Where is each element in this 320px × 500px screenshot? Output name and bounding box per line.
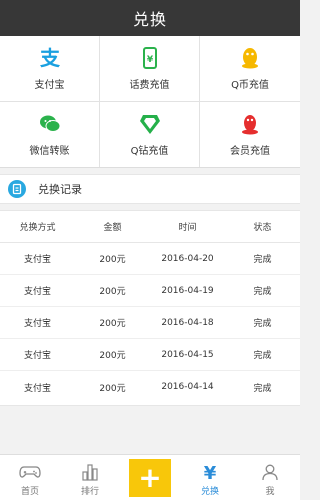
service-label: 会员充值	[230, 145, 270, 157]
cell-method: 支付宝	[23, 255, 51, 265]
cell-status: 完成	[253, 287, 272, 297]
cell-amount: 200元	[99, 383, 126, 394]
qq-coin-icon	[238, 46, 262, 70]
cell-status: 完成	[253, 383, 272, 394]
cell-status: 完成	[253, 351, 272, 361]
cell-amount: 200元	[99, 255, 126, 265]
service-label: Q钻充值	[130, 145, 169, 157]
service-qq-coin[interactable]: Q币充值	[200, 36, 300, 102]
service-grid: 支 支付宝 ¥ 话费充值 Q币充值 微信转账 Q钻充值 会员充值	[0, 36, 300, 168]
top-bar: 兑换	[0, 0, 300, 36]
cell-date: 2016-04-20	[161, 253, 214, 264]
table-row: 支付宝 200元 2016-04-14 完成	[0, 371, 300, 403]
cell-status: 完成	[253, 255, 272, 265]
user-icon	[261, 462, 279, 482]
svg-text:¥: ¥	[146, 55, 153, 65]
column-header: 时间	[178, 223, 197, 233]
cell-method: 支付宝	[23, 383, 51, 394]
nav-me[interactable]: 我	[240, 455, 300, 500]
svg-text:支: 支	[40, 46, 61, 70]
bar-chart-icon	[81, 462, 99, 482]
nav-label: 兑换	[200, 487, 219, 497]
service-wechat-transfer[interactable]: 微信转账	[0, 101, 100, 167]
cell-status: 完成	[253, 319, 272, 329]
table-row: 支付宝 200元 2016-04-19 完成	[0, 275, 300, 307]
phone-icon: ¥	[138, 46, 162, 70]
page-title: 兑换	[132, 10, 167, 29]
cell-method: 支付宝	[23, 351, 51, 361]
service-label: Q币充值	[231, 79, 269, 91]
column-header: 状态	[253, 223, 272, 233]
column-header: 兑换方式	[19, 223, 56, 233]
service-label: 支付宝	[34, 79, 65, 91]
cell-amount: 200元	[99, 351, 126, 361]
plus-icon: +	[129, 459, 171, 497]
service-alipay[interactable]: 支 支付宝	[0, 36, 100, 102]
records-title: 兑换记录	[38, 183, 82, 196]
table-row: 支付宝 200元 2016-04-18 完成	[0, 307, 300, 339]
wechat-icon	[38, 112, 62, 136]
alipay-icon: 支	[38, 46, 62, 70]
yen-icon: ¥	[201, 462, 219, 482]
service-q-diamond[interactable]: Q钻充值	[100, 101, 200, 167]
records-table: 兑换方式 金额 时间 状态 支付宝 200元 2016-04-20 完成 支付宝…	[0, 210, 300, 406]
cell-date: 2016-04-19	[161, 285, 214, 296]
service-member-recharge[interactable]: 会员充值	[200, 102, 300, 168]
cell-amount: 200元	[99, 287, 126, 297]
cell-method: 支付宝	[23, 319, 51, 329]
table-row: 支付宝 200元 2016-04-20 完成	[0, 243, 300, 275]
service-label: 微信转账	[29, 145, 70, 157]
nav-add[interactable]: +	[120, 455, 180, 500]
service-phone-recharge[interactable]: ¥ 话费充值	[100, 36, 200, 102]
nav-label: 首页	[20, 487, 39, 497]
cell-date: 2016-04-14	[161, 382, 214, 392]
svg-text:¥: ¥	[204, 463, 217, 481]
nav-label: 排行	[80, 487, 99, 497]
cell-method: 支付宝	[23, 287, 51, 297]
cell-date: 2016-04-18	[161, 317, 214, 328]
nav-label: 我	[265, 487, 275, 497]
records-icon	[8, 180, 26, 198]
cell-date: 2016-04-15	[161, 349, 214, 360]
records-header: 兑换记录	[0, 174, 300, 204]
gamepad-icon	[19, 462, 41, 482]
member-icon	[238, 112, 262, 136]
table-row: 支付宝 200元 2016-04-15 完成	[0, 339, 300, 371]
nav-exchange[interactable]: ¥ 兑换	[180, 455, 240, 500]
nav-home[interactable]: 首页	[0, 455, 60, 500]
table-header-row: 兑换方式 金额 时间 状态	[0, 211, 300, 243]
column-header: 金额	[103, 223, 122, 233]
cell-amount: 200元	[99, 319, 126, 329]
bottom-nav: 首页 排行 + ¥ 兑换 我	[0, 454, 300, 500]
service-label: 话费充值	[129, 79, 170, 91]
q-diamond-icon	[138, 112, 162, 136]
nav-ranking[interactable]: 排行	[60, 455, 120, 500]
